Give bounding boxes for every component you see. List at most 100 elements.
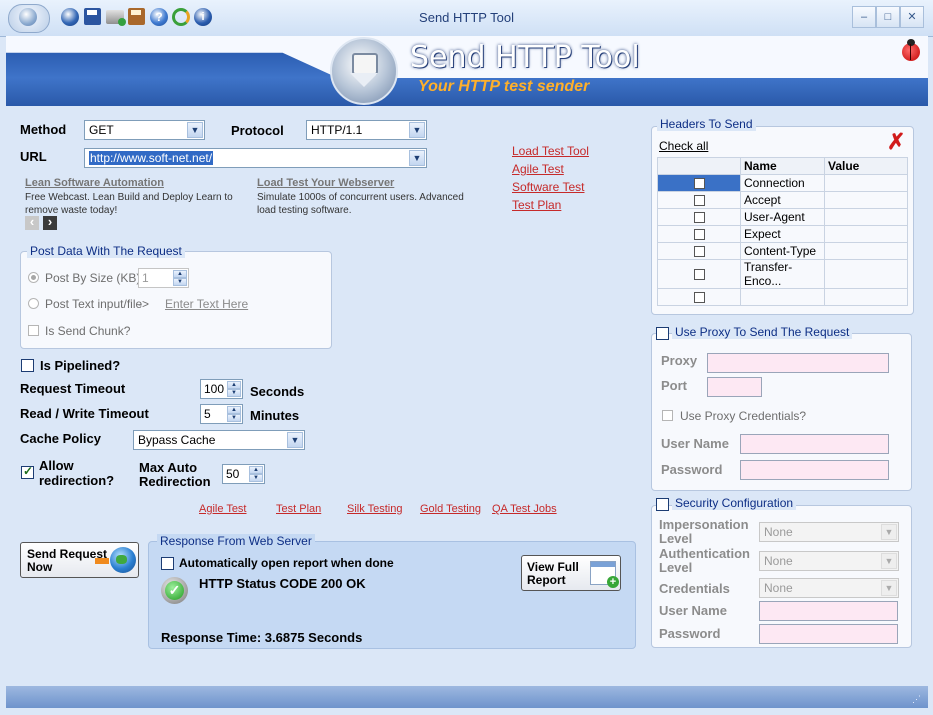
table-row[interactable]: Content-Type — [657, 242, 908, 260]
pipelined-checkbox[interactable] — [21, 359, 34, 372]
auto-open-checkbox[interactable] — [161, 557, 174, 570]
security-user-input[interactable] — [759, 601, 898, 621]
link-gold-testing[interactable]: Gold Testing — [420, 503, 481, 515]
post-text-file-radio[interactable] — [28, 298, 39, 309]
link-silk-testing[interactable]: Silk Testing — [347, 503, 402, 515]
rw-timeout-spinner[interactable]: 5 ▲ ▼ — [200, 404, 243, 424]
max-redirection-line2: Redirection — [139, 474, 211, 489]
row-check-cell[interactable] — [657, 242, 741, 260]
max-redirection-line1: Max Auto — [139, 460, 198, 475]
link-software-test[interactable]: Software Test — [512, 180, 584, 194]
row-value[interactable] — [824, 174, 908, 192]
row-checkbox[interactable] — [693, 178, 705, 190]
table-row[interactable]: Accept — [657, 191, 908, 209]
ad-next-button[interactable]: › — [43, 215, 57, 230]
row-check-cell[interactable] — [657, 174, 741, 192]
view-full-report-button[interactable]: View Full Report + — [521, 555, 621, 591]
ad2-title[interactable]: Load Test Your Webserver — [257, 177, 394, 189]
impersonation-select[interactable]: None ▼ — [759, 522, 899, 542]
row-checkbox[interactable] — [693, 212, 705, 224]
row-check-cell[interactable] — [657, 191, 741, 209]
table-row[interactable]: User-Agent — [657, 208, 908, 226]
refresh-icon[interactable] — [172, 8, 190, 26]
authentication-select[interactable]: None ▼ — [759, 551, 899, 571]
row-checkbox[interactable] — [693, 195, 705, 207]
security-config-checkbox[interactable] — [656, 498, 669, 511]
cache-policy-select[interactable]: Bypass Cache ▼ — [133, 430, 305, 450]
max-redirection-spinner[interactable]: 50 ▲ ▼ — [222, 464, 265, 484]
row-check-cell[interactable] — [657, 288, 741, 306]
info-icon[interactable]: i — [194, 8, 212, 26]
save-as-icon[interactable] — [128, 8, 145, 25]
table-row[interactable] — [657, 288, 908, 306]
minimize-button[interactable]: – — [852, 6, 876, 28]
row-name[interactable] — [740, 288, 825, 306]
row-checkbox[interactable] — [693, 292, 705, 304]
ad-prev-button[interactable]: ‹ — [25, 215, 39, 230]
table-row[interactable]: Transfer-Enco... — [657, 259, 908, 289]
spin-up-icon[interactable]: ▲ — [173, 270, 187, 278]
spin-down-icon[interactable]: ▼ — [173, 278, 187, 286]
row-value[interactable] — [824, 242, 908, 260]
cache-policy-value: Bypass Cache — [138, 433, 216, 447]
row-value[interactable] — [824, 259, 908, 289]
post-by-size-radio[interactable] — [28, 272, 39, 283]
link-test-plan-bottom[interactable]: Test Plan — [276, 503, 321, 515]
send-chunk-checkbox[interactable] — [28, 325, 39, 336]
spin-down-icon[interactable]: ▼ — [227, 389, 241, 397]
link-test-plan[interactable]: Test Plan — [512, 198, 561, 212]
row-check-cell[interactable] — [657, 259, 741, 289]
allow-redirection-checkbox[interactable]: ✓ — [21, 464, 34, 479]
link-load-test-tool[interactable]: Load Test Tool — [512, 144, 589, 158]
resize-grip-icon[interactable]: ⋰ — [912, 694, 921, 705]
save-icon[interactable] — [84, 8, 101, 25]
table-row[interactable]: Connection — [657, 174, 908, 192]
clear-x-icon[interactable]: ✗ — [887, 131, 905, 153]
port-input[interactable] — [707, 377, 762, 397]
app-menu-button[interactable] — [8, 4, 50, 33]
spin-down-icon[interactable]: ▼ — [227, 414, 241, 422]
row-check-cell[interactable] — [657, 208, 741, 226]
pipelined-label: Is Pipelined? — [40, 358, 121, 373]
proxy-password-input[interactable] — [740, 460, 889, 480]
send-request-button[interactable]: Send Request Now — [20, 542, 139, 578]
close-button[interactable]: ✕ — [900, 6, 924, 28]
app-orb-icon — [19, 8, 37, 26]
post-size-spinner[interactable]: 1 ▲ ▼ — [138, 268, 189, 288]
protocol-select[interactable]: HTTP/1.1 ▼ — [306, 120, 427, 140]
security-password-input[interactable] — [759, 624, 898, 644]
table-row[interactable]: Expect — [657, 225, 908, 243]
method-select[interactable]: GET ▼ — [84, 120, 205, 140]
ladybug-icon[interactable] — [899, 38, 923, 62]
row-check-cell[interactable] — [657, 225, 741, 243]
spin-down-icon[interactable]: ▼ — [249, 474, 263, 482]
enter-text-link[interactable]: Enter Text Here — [165, 297, 248, 311]
use-proxy-checkbox[interactable] — [656, 327, 669, 340]
row-value[interactable] — [824, 225, 908, 243]
ad1-title[interactable]: Lean Software Automation — [25, 177, 164, 189]
row-value[interactable] — [824, 288, 908, 306]
request-timeout-spinner[interactable]: 100 ▲ ▼ — [200, 379, 243, 399]
spin-up-icon[interactable]: ▲ — [249, 466, 263, 474]
help-icon[interactable]: ? — [150, 8, 168, 26]
proxy-credentials-checkbox[interactable] — [662, 410, 673, 421]
url-input[interactable]: http://www.soft-net.net/ ▼ — [84, 148, 427, 168]
proxy-input[interactable] — [707, 353, 889, 373]
check-all-link[interactable]: Check all — [659, 139, 708, 153]
response-time-text: Response Time: 3.6875 Seconds — [161, 630, 363, 645]
row-checkbox[interactable] — [693, 229, 705, 241]
maximize-button[interactable]: □ — [876, 6, 900, 28]
go-icon[interactable] — [61, 8, 79, 26]
link-agile-test-bottom[interactable]: Agile Test — [199, 503, 247, 515]
row-checkbox[interactable] — [693, 269, 705, 281]
spin-up-icon[interactable]: ▲ — [227, 381, 241, 389]
row-value[interactable] — [824, 191, 908, 209]
row-checkbox[interactable] — [693, 246, 705, 258]
row-value[interactable] — [824, 208, 908, 226]
spin-up-icon[interactable]: ▲ — [227, 406, 241, 414]
credentials-select[interactable]: None ▼ — [759, 578, 899, 598]
proxy-user-input[interactable] — [740, 434, 889, 454]
link-qa-test-jobs[interactable]: QA Test Jobs — [492, 503, 557, 515]
print-icon[interactable] — [106, 10, 126, 26]
link-agile-test[interactable]: Agile Test — [512, 162, 564, 176]
